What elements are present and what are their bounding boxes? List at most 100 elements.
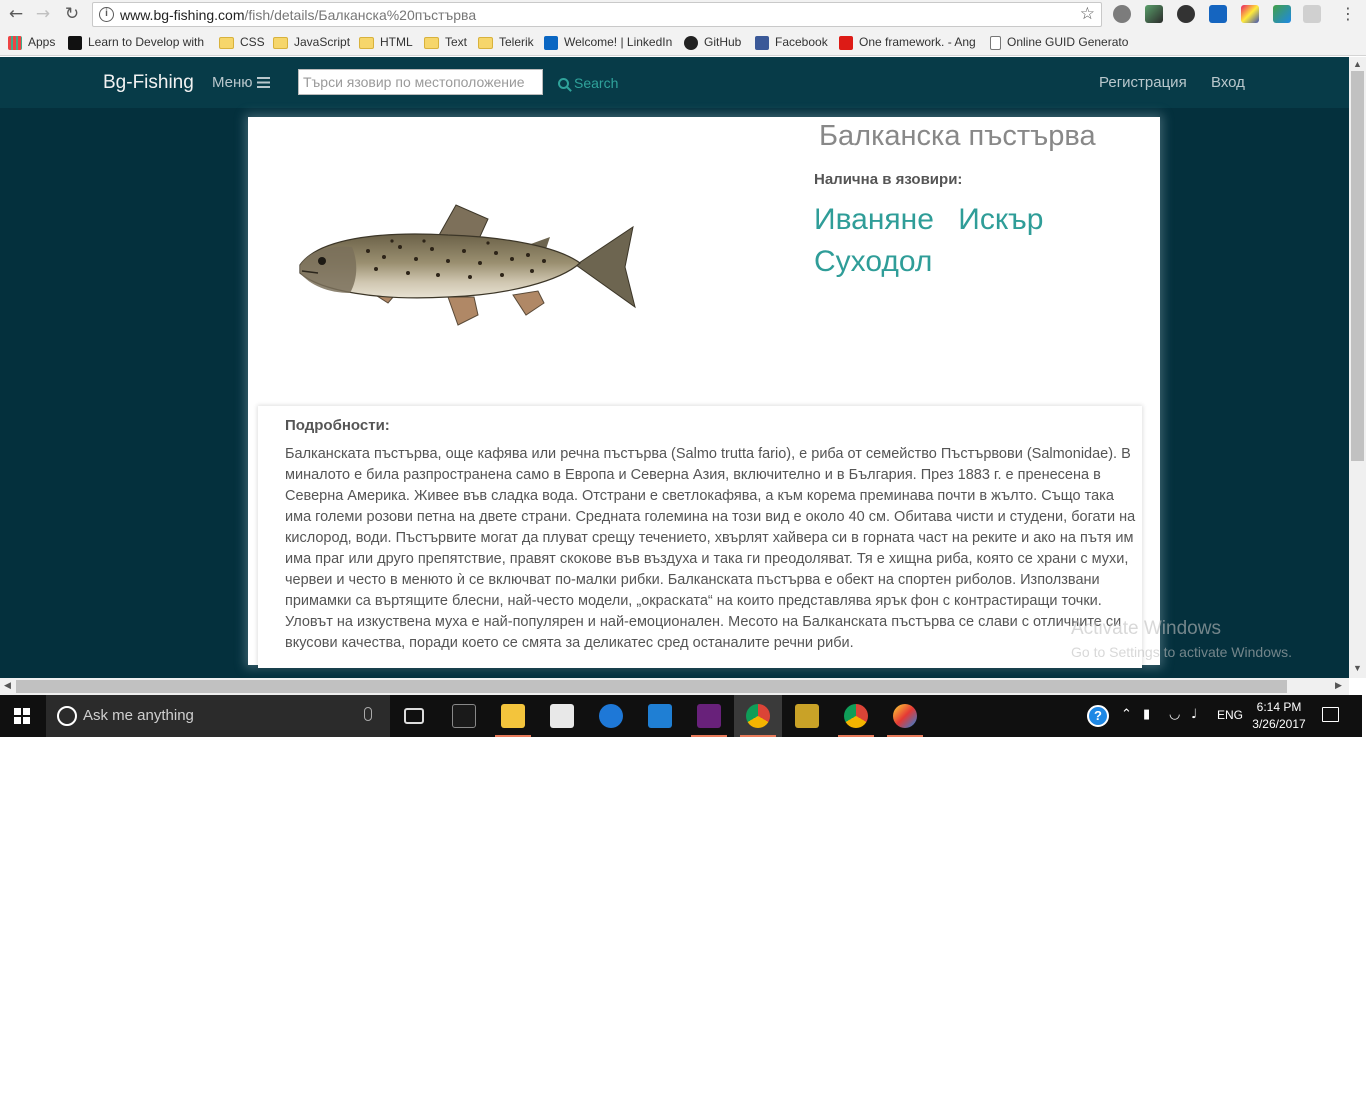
register-link[interactable]: Регистрация (1099, 74, 1187, 91)
cortana-placeholder: Ask me anything (83, 707, 194, 724)
bookmark-html[interactable]: HTML (359, 34, 413, 51)
login-link[interactable]: Вход (1211, 74, 1245, 91)
back-arrow-icon[interactable]: ← (6, 4, 26, 24)
fish-details-card: Балканска пъстърва Налична в язовири: Ив… (248, 117, 1160, 668)
chevron-up-icon[interactable]: ⌃ (1121, 707, 1132, 722)
bookmark-learn[interactable]: Learn to Develop with (68, 34, 204, 51)
help-icon[interactable]: ? (1087, 705, 1109, 727)
taskbar-file-explorer[interactable] (489, 695, 537, 737)
search-button[interactable]: Search (558, 75, 618, 91)
lake-link-ivanyane[interactable]: Иваняне (814, 203, 934, 236)
bookmark-angular[interactable]: One framework. - Ang (839, 34, 976, 51)
linkedin-icon (544, 35, 558, 50)
bookmark-label: HTML (380, 35, 413, 49)
clock-time: 6:14 PM (1256, 700, 1302, 714)
lake-link-suhodol[interactable]: Суходол (814, 245, 932, 278)
bookmark-label: One framework. - Ang (859, 35, 976, 49)
bookmarks-bar: Apps Learn to Develop with CSS JavaScrip… (0, 29, 1366, 56)
start-button[interactable] (0, 695, 46, 737)
site-navbar: Bg-Fishing Меню Search Регистрация Вход (0, 57, 1349, 108)
bookmark-label: Welcome! | LinkedIn (564, 35, 673, 49)
menu-toggle[interactable]: Меню (212, 74, 270, 91)
bookmark-star-icon[interactable]: ☆ (1080, 4, 1095, 24)
taskbar-store[interactable] (538, 695, 586, 737)
bookmark-facebook[interactable]: Facebook (755, 34, 828, 51)
menu-label: Меню (212, 74, 253, 91)
bookmark-apps[interactable]: Apps (8, 34, 55, 51)
extension-user-icon[interactable] (1303, 5, 1321, 23)
extension-sync-icon[interactable] (1113, 5, 1131, 23)
bookmark-linkedin[interactable]: Welcome! | LinkedIn (544, 34, 672, 51)
windows-logo-icon (14, 708, 30, 724)
bookmark-label: CSS (240, 35, 265, 49)
lakes-list: Иваняне Искър Суходол (814, 199, 1134, 283)
bookmark-github[interactable]: GitHub (684, 34, 741, 51)
forward-arrow-icon[interactable]: → (33, 4, 53, 24)
folder-icon (359, 36, 374, 49)
folder-icon (273, 36, 288, 49)
task-view-button[interactable] (390, 695, 438, 737)
horizontal-scrollbar[interactable]: ◀ ▶ (0, 678, 1349, 695)
taskbar-visual-studio[interactable] (685, 695, 733, 737)
taskbar-vscode[interactable] (636, 695, 684, 737)
taskbar-paint[interactable] (881, 695, 929, 737)
browser-menu-icon[interactable]: ⋮ (1340, 4, 1356, 23)
folder-icon (478, 36, 493, 49)
notifications-icon[interactable] (1322, 707, 1339, 722)
watermark-subtitle: Go to Settings to activate Windows. (1071, 644, 1292, 660)
details-text: Балканската пъстърва, още кафява или реч… (285, 446, 1136, 651)
bookmark-guid[interactable]: Online GUID Generato (990, 34, 1128, 51)
scroll-down-icon[interactable]: ▼ (1353, 663, 1362, 673)
bookmark-javascript[interactable]: JavaScript (273, 34, 350, 51)
scroll-up-icon[interactable]: ▲ (1353, 59, 1362, 69)
cortana-icon (57, 706, 77, 726)
watermark-title: Activate Windows (1071, 618, 1221, 639)
scroll-left-icon[interactable]: ◀ (4, 680, 11, 691)
folder-icon (219, 36, 234, 49)
reload-icon[interactable]: ↻ (62, 4, 82, 24)
bookmark-telerik[interactable]: Telerik (478, 34, 534, 51)
taskbar-chrome-active[interactable] (734, 695, 782, 737)
fish-title: Балканска пъстърва (819, 120, 1096, 152)
extension-translate-icon[interactable] (1273, 5, 1291, 23)
extension-lt-icon[interactable] (1209, 5, 1227, 23)
taskbar-cmd[interactable] (440, 695, 488, 737)
taskbar-edge[interactable] (587, 695, 635, 737)
language-indicator[interactable]: ENG (1217, 708, 1243, 722)
folder-icon (501, 704, 525, 728)
bookmark-text[interactable]: Text (424, 34, 467, 51)
vertical-scroll-thumb[interactable] (1351, 71, 1364, 461)
bookmark-label: Text (445, 35, 468, 49)
vertical-scrollbar[interactable]: ▲ ▼ (1349, 57, 1366, 678)
bookmark-css[interactable]: CSS (219, 34, 265, 51)
battery-icon[interactable]: ▮ (1143, 707, 1150, 722)
volume-icon[interactable]: ♩ (1191, 707, 1197, 722)
info-icon[interactable]: i (99, 7, 114, 22)
bookmark-label: Telerik (499, 35, 534, 49)
url-text[interactable]: www.bg-fishing.com/fish/details/Балканск… (120, 7, 476, 23)
wifi-icon[interactable]: ◡ (1169, 707, 1180, 722)
lake-link-iskar[interactable]: Искър (958, 203, 1043, 236)
cortana-search-box[interactable]: Ask me anything (46, 695, 390, 737)
browser-toolbar: ← → ↻ i www.bg-fishing.com/fish/details/… (0, 0, 1366, 29)
taskbar-clock[interactable]: 6:14 PM 3/26/2017 (1248, 699, 1310, 733)
taskbar-chrome[interactable] (832, 695, 880, 737)
task-view-icon (404, 708, 424, 724)
lake-search-input[interactable] (298, 69, 543, 95)
bookmark-label: GitHub (704, 35, 742, 49)
search-label: Search (574, 75, 619, 91)
store-icon (550, 704, 574, 728)
github-icon (684, 35, 698, 50)
scroll-right-icon[interactable]: ▶ (1335, 680, 1342, 691)
address-bar[interactable]: i www.bg-fishing.com/fish/details/Балкан… (92, 2, 1102, 27)
extension-colorpicker-icon[interactable] (1241, 5, 1259, 23)
site-brand[interactable]: Bg-Fishing (103, 72, 194, 94)
extension-eyedropper-icon[interactable] (1145, 5, 1163, 23)
list-icon (256, 77, 270, 88)
page-viewport: Bg-Fishing Меню Search Регистрация Вход (0, 57, 1349, 678)
extension-gear-icon[interactable] (1177, 5, 1195, 23)
microphone-icon[interactable] (364, 707, 372, 721)
apps-grid-icon (8, 35, 22, 50)
taskbar-snipping-tool[interactable] (783, 695, 831, 737)
horizontal-scroll-thumb[interactable] (16, 680, 1287, 693)
